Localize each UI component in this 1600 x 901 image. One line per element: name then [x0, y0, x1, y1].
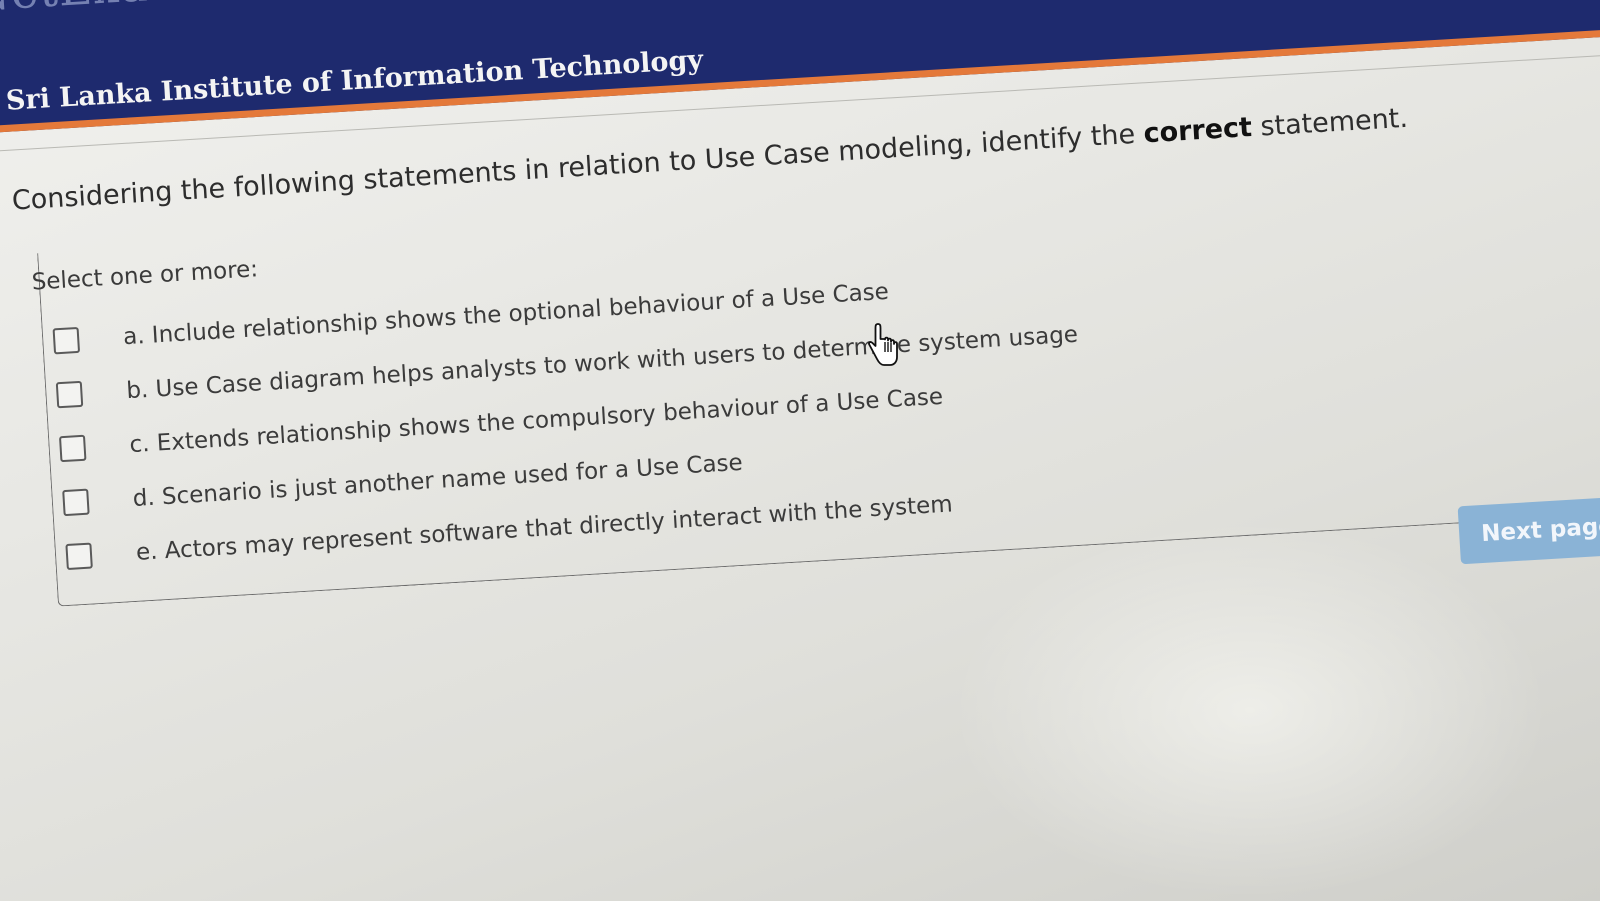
select-prompt: Select one or more: — [31, 256, 259, 296]
option-e-checkbox[interactable] — [65, 542, 93, 571]
option-a-checkbox[interactable] — [52, 326, 81, 355]
page-content: NetExam Sri Lanka Institute of Informati… — [0, 0, 1600, 899]
question-emphasis: correct — [1142, 112, 1253, 150]
options-list: a. Include relationship shows the option… — [42, 254, 1089, 585]
screen: NetExam Sri Lanka Institute of Informati… — [0, 0, 1600, 901]
next-page-button[interactable]: Next page — [1457, 493, 1600, 565]
option-b-checkbox[interactable] — [55, 380, 84, 409]
option-d-checkbox[interactable] — [62, 488, 90, 517]
option-c-checkbox[interactable] — [58, 434, 87, 463]
hand-pointer-icon — [868, 323, 898, 366]
question-text-end: statement. — [1250, 102, 1409, 143]
answer-panel: Select one or more: a. Include relations… — [31, 157, 1600, 607]
brand-logo: NetExam — [0, 0, 194, 22]
